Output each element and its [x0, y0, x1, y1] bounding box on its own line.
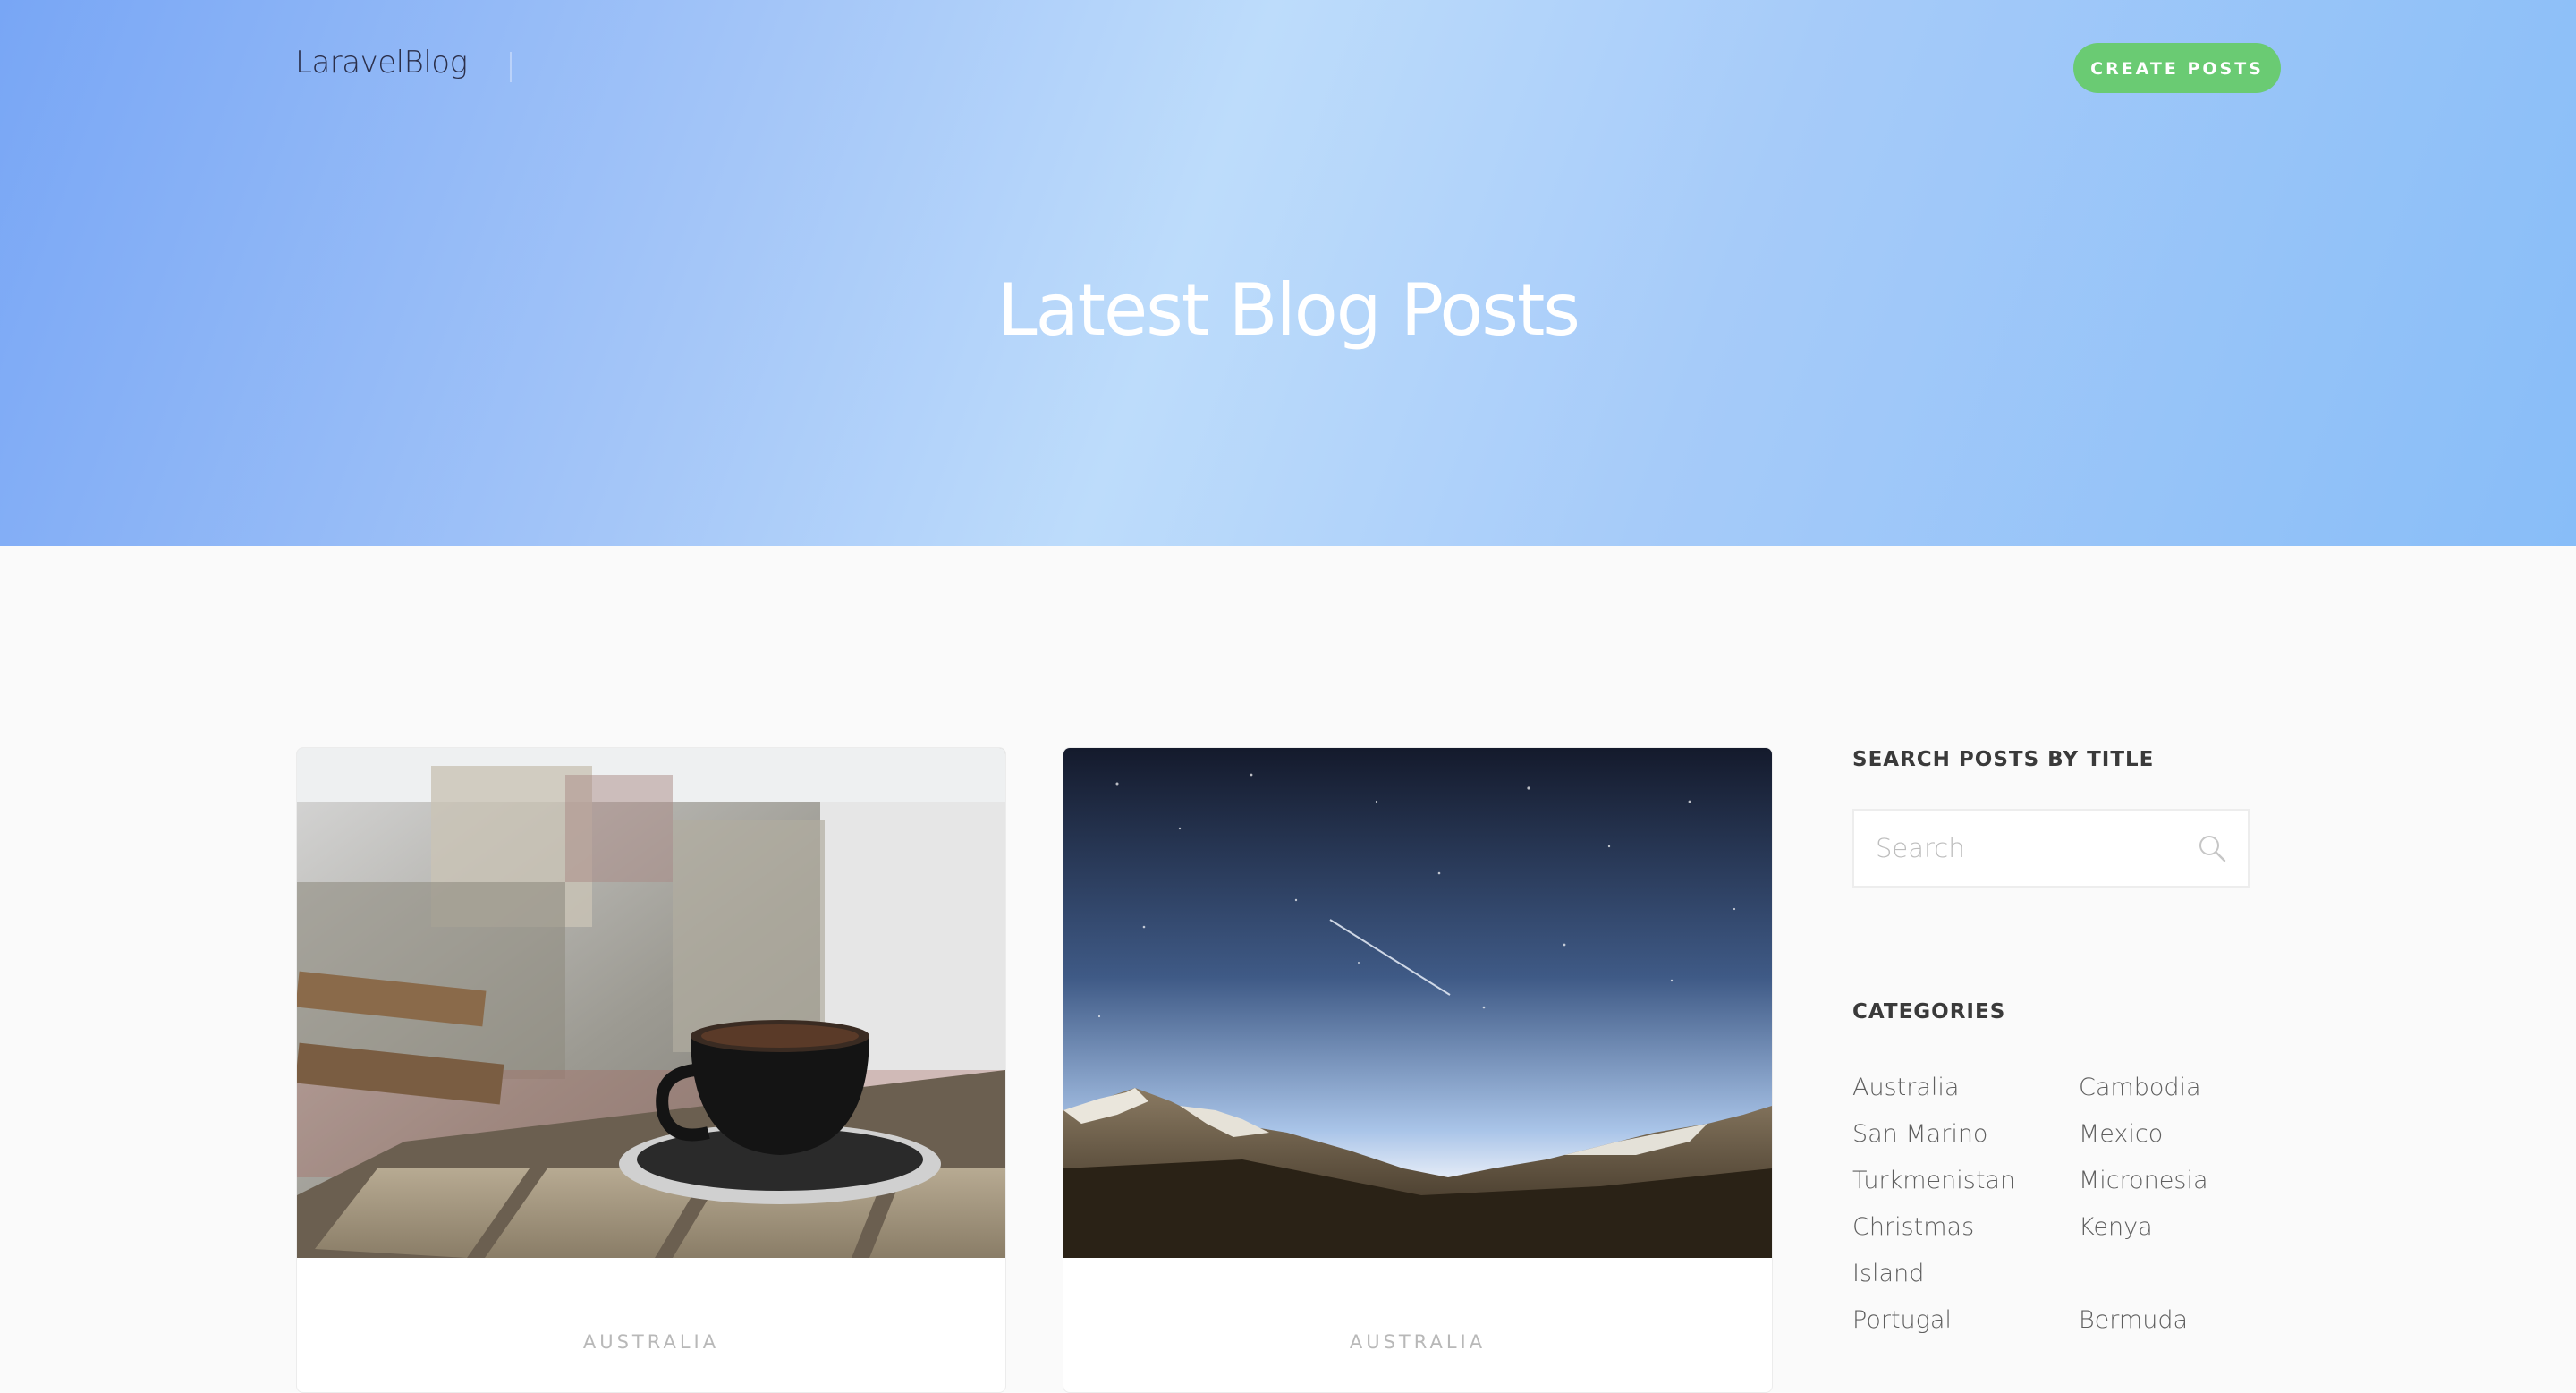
category-link[interactable]: Turkmenistan — [1852, 1158, 2079, 1204]
post-image-coffee[interactable] — [297, 748, 1005, 1258]
search-section-title: SEARCH POSTS BY TITLE — [1852, 748, 2155, 771]
post-card[interactable]: AUSTRALIA — [1063, 747, 1773, 1393]
category-link[interactable]: San Marino — [1852, 1111, 2079, 1158]
search-box — [1852, 809, 2250, 888]
category-link[interactable]: Mexico — [2079, 1111, 2264, 1158]
category-link[interactable]: Christmas — [1852, 1204, 2079, 1251]
categories-list: Australia Cambodia San Marino Mexico Tur… — [1852, 1065, 2264, 1344]
category-link[interactable]: Island — [1852, 1251, 2079, 1297]
category-link[interactable]: Portugal — [1852, 1297, 2079, 1344]
post-category[interactable]: AUSTRALIA — [297, 1331, 1005, 1353]
page-title: Latest Blog Posts — [997, 268, 1580, 352]
search-icon[interactable] — [2196, 832, 2228, 864]
category-link[interactable]: Kenya — [2079, 1204, 2264, 1251]
category-link-empty — [2079, 1251, 2264, 1297]
hero-header: LaravelBlog CREATE POSTS Latest Blog Pos… — [0, 0, 2576, 546]
brand-logo-link[interactable]: LaravelBlog — [295, 45, 468, 81]
search-input[interactable] — [1854, 811, 2176, 886]
post-image-night-sky[interactable] — [1063, 748, 1772, 1258]
create-posts-button[interactable]: CREATE POSTS — [2073, 43, 2281, 93]
category-link[interactable]: Cambodia — [2079, 1065, 2264, 1111]
category-link[interactable]: Micronesia — [2079, 1158, 2264, 1204]
coffee-cup-photo — [297, 748, 1005, 1258]
post-card[interactable]: AUSTRALIA — [296, 747, 1006, 1393]
post-category[interactable]: AUSTRALIA — [1063, 1331, 1772, 1353]
category-link[interactable]: Australia — [1852, 1065, 2079, 1111]
category-link[interactable]: Bermuda — [2079, 1297, 2264, 1344]
brand-divider — [510, 52, 512, 82]
categories-section-title: CATEGORIES — [1852, 1000, 2006, 1024]
night-sky-mountains-photo — [1063, 748, 1772, 1258]
